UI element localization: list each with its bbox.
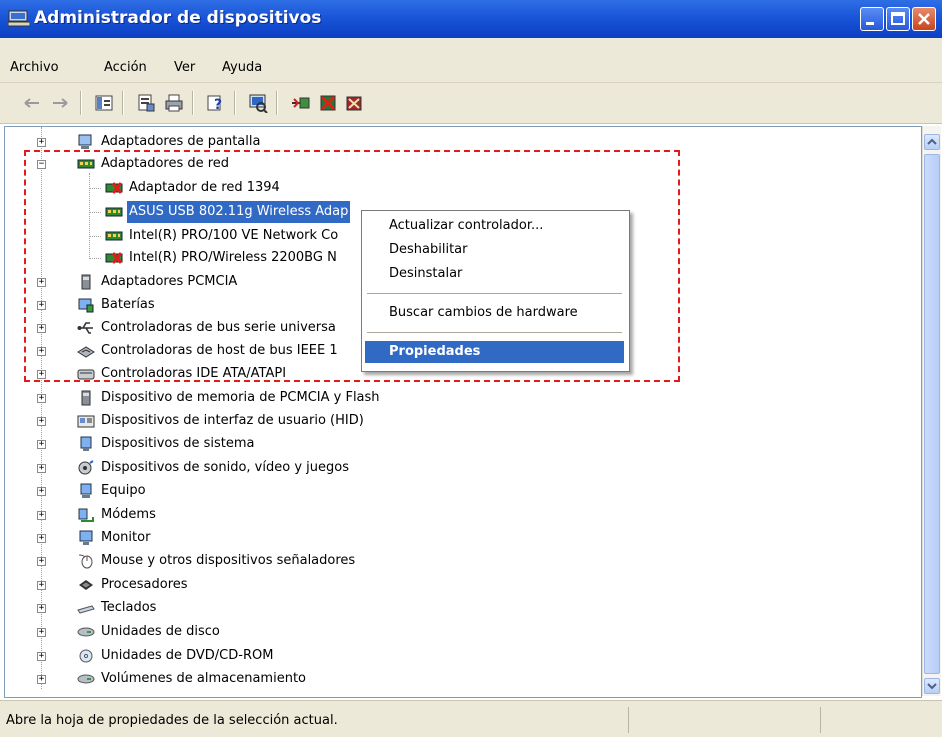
status-pane-divider	[820, 707, 821, 733]
minimize-button[interactable]	[860, 7, 884, 31]
expand-icon[interactable]: +	[37, 534, 46, 543]
tree-item-label: Volúmenes de almacenamiento	[101, 671, 306, 686]
expand-icon[interactable]: +	[37, 394, 46, 403]
window-title: Administrador de dispositivos	[34, 8, 322, 28]
expand-icon[interactable]: +	[37, 628, 46, 637]
tree-item-label: Unidades de disco	[101, 624, 220, 639]
monitor-icon	[79, 530, 93, 545]
processor-icon	[79, 580, 93, 590]
tree-item-label: Procesadores	[101, 577, 188, 592]
menu-ver[interactable]: Ver	[174, 60, 195, 75]
expand-icon[interactable]: +	[37, 652, 46, 661]
menu-archivo[interactable]: Archivo	[10, 60, 59, 75]
menu-separator	[367, 332, 622, 333]
menu-item-uninstall[interactable]: Desinstalar	[365, 263, 624, 285]
tree-item-label: Equipo	[101, 483, 146, 498]
status-pane-divider	[628, 707, 629, 733]
menu-item-label: Deshabilitar	[389, 242, 468, 257]
disable-device-icon[interactable]	[318, 93, 338, 113]
forward-arrow-icon[interactable]	[50, 93, 70, 113]
maximize-button[interactable]	[886, 7, 910, 31]
maximize-icon	[891, 12, 905, 25]
tree-item-label: Dispositivos de interfaz de usuario (HID…	[101, 413, 364, 428]
status-bar: Abre la hoja de propiedades de la selecc…	[0, 700, 942, 737]
display-adapter-icon	[78, 134, 92, 149]
menu-item-scan-hardware[interactable]: Buscar cambios de hardware	[365, 302, 624, 324]
menu-item-disable[interactable]: Deshabilitar	[365, 239, 624, 261]
disk-drive-icon	[77, 627, 95, 637]
scroll-thumb[interactable]	[924, 154, 940, 674]
menu-ayuda[interactable]: Ayuda	[222, 60, 262, 75]
expand-icon[interactable]: +	[37, 440, 46, 449]
update-driver-icon[interactable]	[290, 93, 312, 113]
toolbar-separator	[80, 91, 82, 115]
properties-icon[interactable]	[136, 93, 156, 113]
toolbar-separator	[234, 91, 236, 115]
toolbar: ?	[0, 83, 942, 124]
computer-icon	[80, 483, 92, 498]
menu-item-properties[interactable]: Propiedades	[365, 341, 624, 363]
tree-item-label: Mouse y otros dispositivos señaladores	[101, 553, 356, 568]
chevron-up-icon	[927, 138, 937, 145]
toolbar-separator	[276, 91, 278, 115]
expand-icon[interactable]: +	[37, 581, 46, 590]
tree-item-label: Teclados	[101, 600, 157, 615]
modem-icon	[78, 508, 94, 522]
memory-card-icon	[81, 390, 91, 406]
tree-item-label: Monitor	[101, 530, 151, 545]
menu-item-label: Buscar cambios de hardware	[389, 305, 578, 320]
expand-icon[interactable]: +	[37, 138, 46, 147]
system-device-icon	[80, 436, 92, 451]
uninstall-device-icon[interactable]	[344, 93, 364, 113]
context-menu: Actualizar controlador... Deshabilitar D…	[361, 210, 630, 372]
scroll-up-button[interactable]	[924, 134, 940, 150]
menu-item-label: Desinstalar	[389, 266, 463, 281]
tree-item-label: Módems	[101, 507, 156, 522]
status-text: Abre la hoja de propiedades de la selecc…	[6, 713, 338, 728]
tree-item-label: Dispositivos de sistema	[101, 436, 255, 451]
menu-bar: Archivo Acción Ver Ayuda	[0, 38, 942, 83]
expand-icon[interactable]: +	[37, 557, 46, 566]
back-arrow-icon[interactable]	[22, 93, 42, 113]
print-icon[interactable]	[164, 93, 184, 113]
tree-item-label: Unidades de DVD/CD-ROM	[101, 648, 274, 663]
toolbar-separator	[122, 91, 124, 115]
vertical-scrollbar[interactable]	[922, 126, 941, 696]
expand-icon[interactable]: +	[37, 675, 46, 684]
dvd-drive-icon	[79, 649, 93, 663]
hid-icon	[77, 415, 95, 428]
close-icon	[918, 13, 930, 25]
expand-icon[interactable]: +	[37, 604, 46, 613]
expand-icon[interactable]: +	[37, 487, 46, 496]
device-manager-icon	[8, 10, 30, 27]
help-icon[interactable]: ?	[206, 93, 226, 113]
toolbar-separator	[192, 91, 194, 115]
mouse-icon	[78, 554, 93, 569]
svg-text:?: ?	[214, 97, 222, 113]
menu-item-label: Actualizar controlador...	[389, 218, 544, 233]
expand-icon[interactable]: +	[37, 417, 46, 426]
tree-item-label: Dispositivo de memoria de PCMCIA y Flash	[101, 390, 380, 405]
tree-item-label: Dispositivos de sonido, vídeo y juegos	[101, 460, 349, 475]
scroll-down-button[interactable]	[924, 678, 940, 694]
console-tree-icon[interactable]	[94, 93, 114, 113]
close-button[interactable]	[912, 7, 936, 31]
scan-hardware-icon[interactable]	[248, 93, 268, 113]
storage-volume-icon	[77, 674, 95, 684]
expand-icon[interactable]: +	[37, 464, 46, 473]
sound-device-icon	[78, 460, 94, 475]
expand-icon[interactable]: +	[37, 511, 46, 520]
keyboard-icon	[77, 605, 95, 614]
title-bar[interactable]: Administrador de dispositivos	[0, 0, 942, 38]
menu-separator	[367, 293, 622, 294]
menu-accion[interactable]: Acción	[104, 60, 147, 75]
minimize-icon	[866, 22, 874, 25]
chevron-down-icon	[927, 683, 937, 690]
menu-item-label: Propiedades	[389, 344, 481, 359]
menu-item-update-driver[interactable]: Actualizar controlador...	[365, 215, 624, 237]
